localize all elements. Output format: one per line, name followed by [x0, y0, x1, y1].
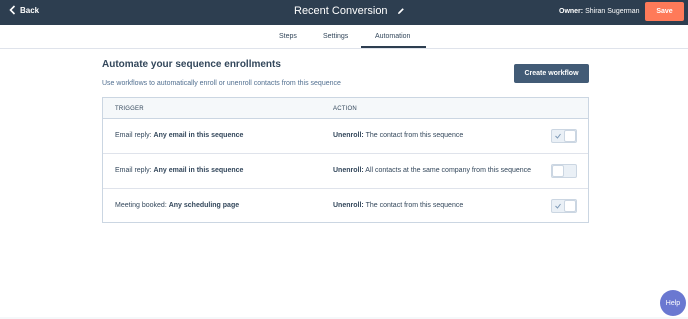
trigger-header: TRIGGER [115, 106, 144, 112]
active-tab-indicator [361, 46, 426, 48]
enable-toggle[interactable] [551, 164, 577, 178]
action-prefix: Unenroll: [333, 132, 364, 139]
check-icon [555, 133, 561, 139]
owner-info: Owner: Shiran Sugerman [559, 8, 640, 15]
action-prefix: Unenroll: [333, 167, 364, 174]
trigger-cell: Meeting booked: Any scheduling page [115, 202, 239, 209]
trigger-prefix: Email reply: [115, 132, 152, 139]
table-row: Meeting booked: Any scheduling page Unen… [103, 189, 588, 224]
action-value: All contacts at the same company from th… [365, 167, 532, 174]
action-prefix: Unenroll: [333, 202, 364, 209]
trigger-cell: Email reply: Any email in this sequence [115, 132, 243, 139]
tab-steps[interactable]: Steps [279, 33, 297, 40]
tab-bar: Steps Settings Automation [0, 25, 688, 49]
sequence-title: Recent Conversion [294, 5, 405, 17]
enable-toggle[interactable] [551, 199, 577, 213]
toggle-knob [564, 130, 576, 142]
check-icon [555, 203, 561, 209]
table-row: Email reply: Any email in this sequence … [103, 119, 588, 154]
top-navigation-bar: Back Recent Conversion Owner: Shiran Sug… [0, 0, 688, 25]
save-button[interactable]: Save [645, 2, 684, 21]
owner-name[interactable]: Shiran Sugerman [585, 8, 639, 15]
enable-toggle[interactable] [551, 129, 577, 143]
action-cell: Unenroll: The contact from this sequence [333, 202, 463, 209]
action-cell: Unenroll: The contact from this sequence [333, 132, 463, 139]
action-value: The contact from this sequence [365, 132, 464, 139]
action-header: ACTION [333, 106, 357, 112]
create-workflow-button[interactable]: Create workflow [514, 64, 589, 83]
page-heading: Automate your sequence enrollments [102, 59, 281, 70]
table-header: TRIGGER ACTION [103, 98, 588, 119]
action-cell: Unenroll: All contacts at the same compa… [333, 167, 531, 174]
back-label: Back [20, 5, 40, 15]
trigger-value: Any email in this sequence [153, 167, 244, 174]
toggle-knob [552, 165, 564, 177]
toggle-knob [564, 200, 576, 212]
trigger-prefix: Meeting booked: [115, 202, 167, 209]
back-button[interactable]: Back [9, 5, 39, 15]
table-row: Email reply: Any email in this sequence … [103, 154, 588, 189]
trigger-prefix: Email reply: [115, 167, 152, 174]
pencil-icon[interactable] [397, 7, 405, 15]
sequence-title-text: Recent Conversion [294, 5, 388, 17]
chevron-left-icon [9, 5, 16, 15]
automation-table: TRIGGER ACTION Email reply: Any email in… [102, 97, 589, 223]
tab-automation[interactable]: Automation [375, 33, 410, 40]
tab-settings[interactable]: Settings [323, 33, 348, 40]
owner-label: Owner: [559, 8, 584, 15]
page-subheading: Use workflows to automatically enroll or… [102, 80, 341, 87]
trigger-value: Any scheduling page [168, 202, 240, 209]
help-button[interactable]: Help [660, 290, 686, 316]
action-value: The contact from this sequence [365, 202, 464, 209]
trigger-cell: Email reply: Any email in this sequence [115, 167, 243, 174]
trigger-value: Any email in this sequence [153, 132, 244, 139]
